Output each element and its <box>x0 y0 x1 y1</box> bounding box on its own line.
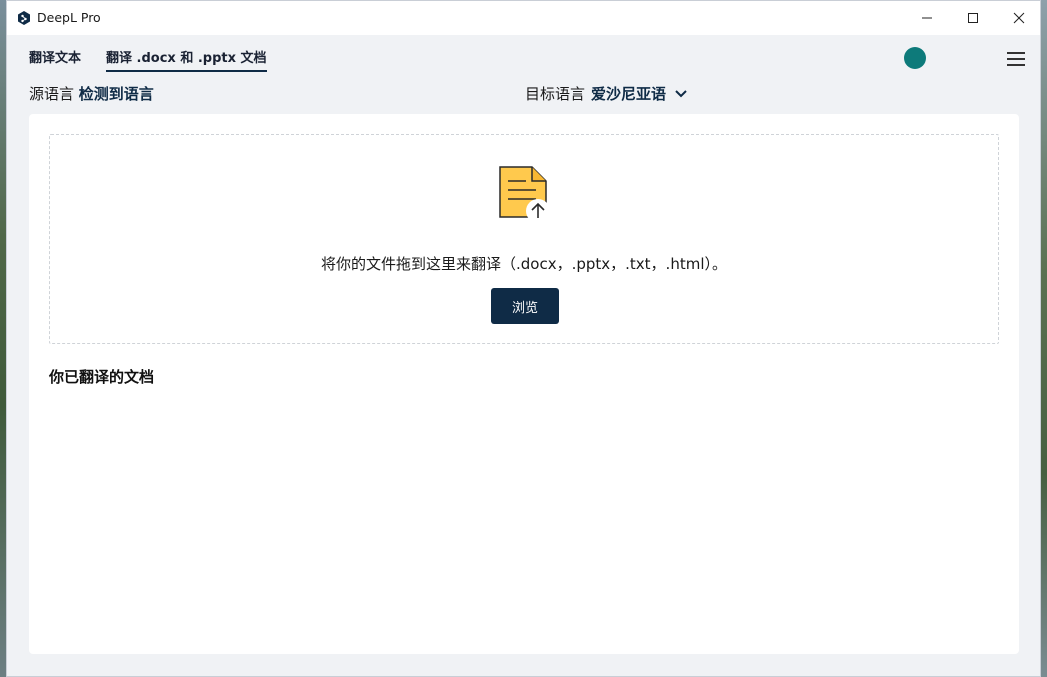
window-title: DeepL Pro <box>37 10 101 25</box>
source-language-value: 检测到语言 <box>78 85 154 103</box>
minimize-icon <box>922 17 932 19</box>
chevron-down-icon <box>675 89 687 97</box>
file-drop-zone[interactable]: 将你的文件拖到这里来翻译（.docx，.pptx，.txt，.html）。 浏览 <box>49 134 999 344</box>
tab-translate-text[interactable]: 翻译文本 <box>29 46 81 72</box>
close-button[interactable] <box>996 1 1042 35</box>
user-avatar[interactable] <box>904 47 926 69</box>
document-upload-icon <box>499 166 550 223</box>
maximize-button[interactable] <box>950 1 996 35</box>
document-panel: 将你的文件拖到这里来翻译（.docx，.pptx，.txt，.html）。 浏览… <box>29 114 1019 654</box>
minimize-button[interactable] <box>904 1 950 35</box>
hamburger-menu-icon[interactable] <box>1007 52 1027 66</box>
close-icon <box>1013 12 1025 24</box>
source-language-label: 源语言 <box>29 85 75 103</box>
target-language-selector[interactable]: 目标语言 爱沙尼亚语 <box>525 83 688 104</box>
language-selector-row: 源语言 检测到语言 目标语言 爱沙尼亚语 <box>29 83 1019 107</box>
drop-instruction-text: 将你的文件拖到这里来翻译（.docx，.pptx，.txt，.html）。 <box>320 255 727 273</box>
maximize-icon <box>968 13 978 23</box>
source-language-selector[interactable]: 源语言 检测到语言 <box>29 83 154 104</box>
title-bar: DeepL Pro <box>7 1 1040 35</box>
target-language-label: 目标语言 <box>525 85 586 103</box>
deepl-logo-icon <box>18 11 30 25</box>
tab-translate-documents[interactable]: 翻译 .docx 和 .pptx 文档 <box>106 46 267 72</box>
target-language-value: 爱沙尼亚语 <box>591 85 667 103</box>
translated-documents-heading: 你已翻译的文档 <box>49 368 155 386</box>
browse-button[interactable]: 浏览 <box>491 288 559 324</box>
app-window: DeepL Pro 翻译文本 翻译 .docx 和 .pptx 文档 源语言 检… <box>6 0 1041 677</box>
